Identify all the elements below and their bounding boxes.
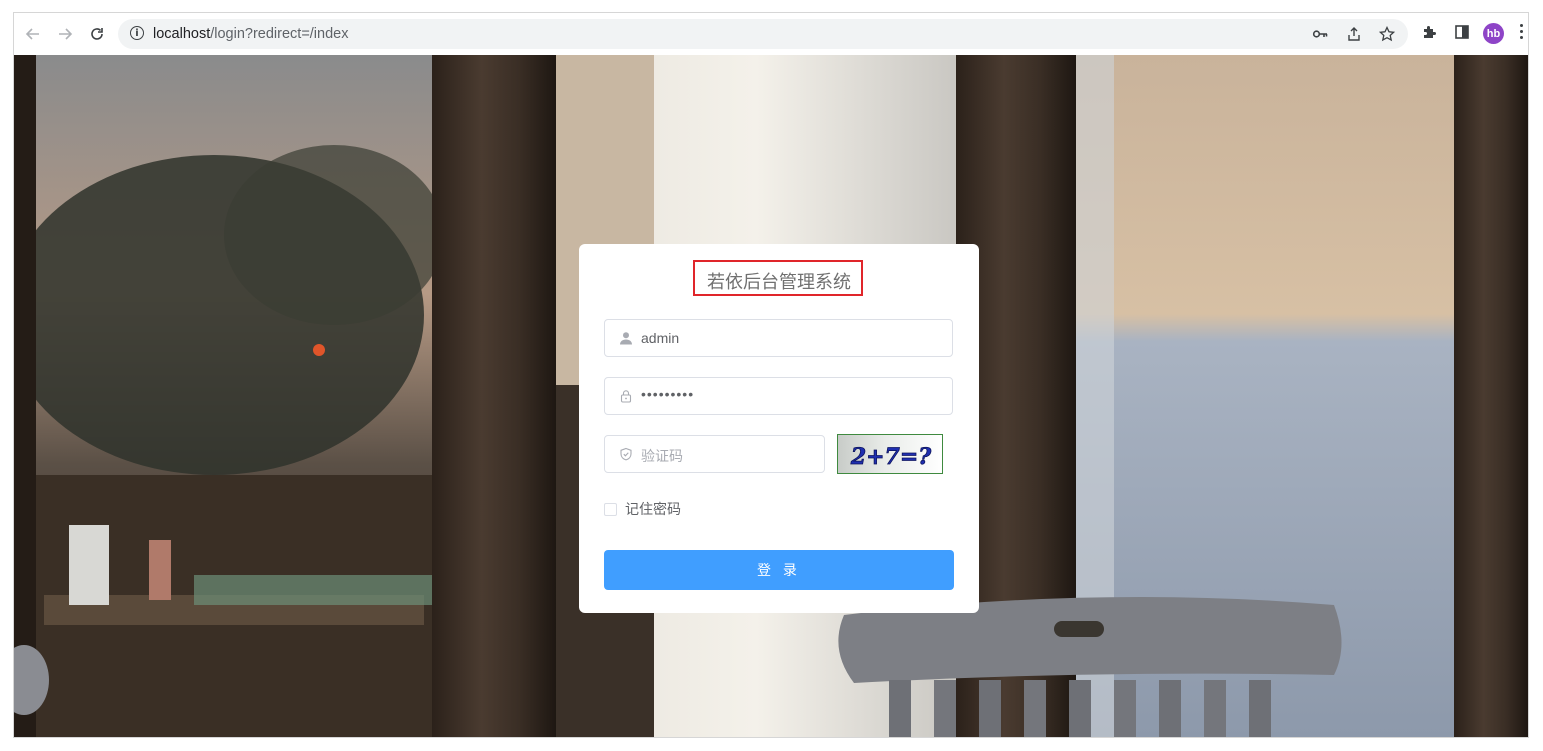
remember-password[interactable]: 记住密码 (604, 500, 681, 518)
more-menu-icon[interactable] (1520, 24, 1524, 42)
extensions-icon[interactable] (1422, 24, 1438, 45)
login-page: 若依后台管理系统 admin ••••••••• 验证码 2+7=? 记住密码 … (14, 55, 1528, 737)
reload-icon[interactable] (86, 23, 108, 45)
username-input[interactable]: admin (604, 319, 953, 357)
address-bar[interactable]: i localhost/login?redirect=/index (118, 19, 1408, 49)
username-value: admin (641, 330, 680, 346)
remember-label: 记住密码 (625, 501, 681, 517)
captcha-image[interactable]: 2+7=? (837, 434, 943, 474)
captcha-code-input[interactable]: 验证码 (604, 435, 825, 473)
captcha-placeholder: 验证码 (641, 448, 683, 464)
url-host: localhost (153, 26, 211, 42)
address-url[interactable]: localhost/login?redirect=/index (153, 26, 348, 42)
password-key-icon[interactable] (1312, 26, 1328, 46)
forward-icon[interactable] (54, 23, 76, 45)
login-button[interactable]: 登 录 (604, 550, 954, 590)
password-input[interactable]: ••••••••• (604, 377, 953, 415)
shield-icon (620, 447, 632, 461)
bookmark-star-icon[interactable] (1378, 25, 1396, 46)
login-form-card: 若依后台管理系统 admin ••••••••• 验证码 2+7=? 记住密码 … (579, 244, 979, 613)
user-icon (620, 332, 632, 345)
site-info-icon[interactable]: i (130, 26, 144, 40)
browser-toolbar: i localhost/login?redirect=/index hb (14, 13, 1528, 56)
login-title: 若依后台管理系统 (707, 272, 851, 292)
browser-window: i localhost/login?redirect=/index hb 若依后… (14, 13, 1528, 737)
back-icon[interactable] (22, 23, 44, 45)
lock-icon (620, 390, 632, 403)
url-path: /login?redirect=/index (210, 26, 349, 42)
captcha-graphic: 2+7=? (849, 444, 932, 471)
side-panel-icon[interactable] (1454, 24, 1470, 45)
profile-avatar[interactable]: hb (1483, 23, 1504, 44)
share-icon[interactable] (1346, 26, 1362, 46)
password-value: ••••••••• (641, 386, 695, 402)
captcha-text: 2+7=? (850, 444, 932, 470)
remember-checkbox[interactable] (604, 502, 617, 516)
